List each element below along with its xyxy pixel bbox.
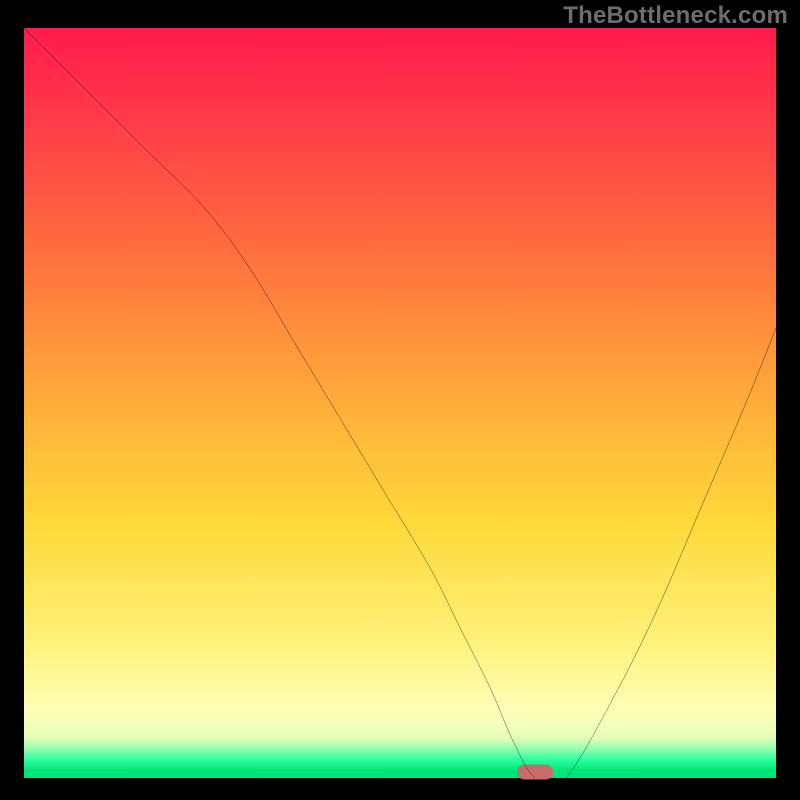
plot-area (24, 28, 776, 778)
bottleneck-curve (24, 28, 776, 778)
watermark-text: TheBottleneck.com (563, 2, 788, 30)
chart-frame: TheBottleneck.com (0, 0, 800, 800)
curve-path (24, 28, 776, 778)
